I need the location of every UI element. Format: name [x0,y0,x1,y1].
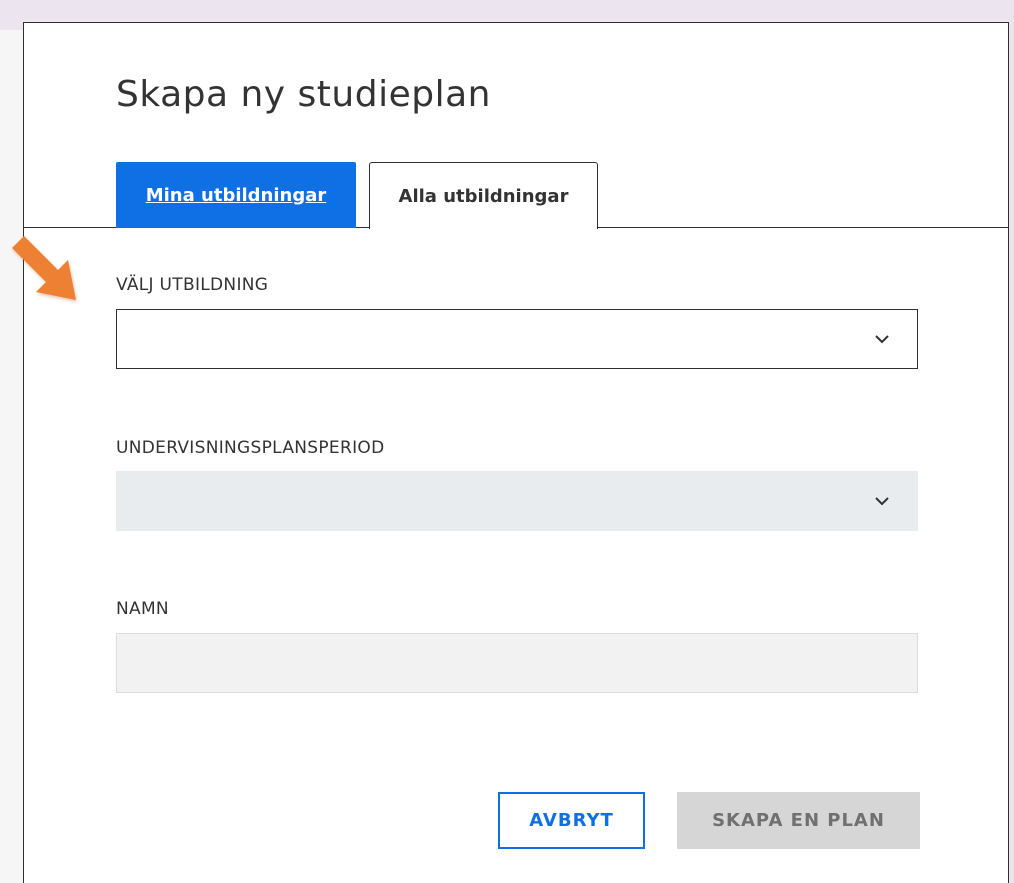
create-study-plan-dialog: Skapa ny studieplan Mina utbildningar Al… [23,22,1009,883]
chevron-down-icon [875,497,889,506]
create-plan-button[interactable]: SKAPA EN PLAN [677,792,920,849]
name-field-label: NAMN [116,599,169,619]
tab-all-educations[interactable]: Alla utbildningar [369,162,598,229]
name-field[interactable] [116,633,918,693]
tab-my-educations[interactable]: Mina utbildningar [116,162,356,228]
period-select-label: UNDERVISNINGSPLANSPERIOD [116,438,385,458]
dialog-title: Skapa ny studieplan [116,74,491,115]
cancel-button[interactable]: AVBRYT [498,792,645,849]
period-select[interactable] [116,471,918,531]
background-page-strip [0,30,24,883]
education-select[interactable] [116,309,918,369]
arrow-pointer-icon [12,236,77,302]
chevron-down-icon [875,335,889,344]
education-select-label: VÄLJ UTBILDNING [116,275,269,295]
